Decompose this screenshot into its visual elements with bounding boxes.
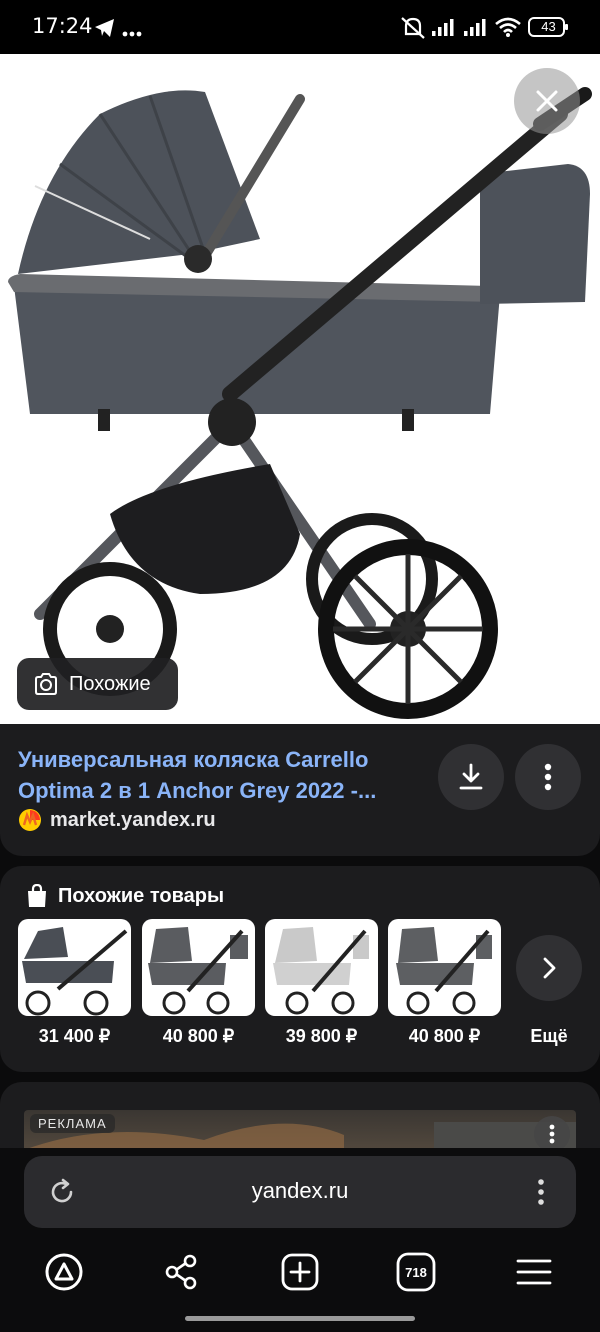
tabs-button[interactable]: 718: [394, 1250, 438, 1294]
result-source-domain: market.yandex.ru: [50, 808, 216, 831]
new-tab-button[interactable]: [278, 1250, 322, 1294]
address-bar[interactable]: yandex.ru: [24, 1156, 576, 1228]
similar-more-button[interactable]: [516, 935, 582, 1001]
camera-search-icon: [35, 673, 57, 695]
more-dots-icon: [122, 24, 142, 42]
address-url[interactable]: yandex.ru: [24, 1178, 576, 1204]
similar-product-thumb[interactable]: [18, 919, 131, 1016]
chevron-right-icon: [543, 957, 556, 979]
result-menu-button[interactable]: [515, 744, 581, 810]
more-vertical-icon[interactable]: [538, 1178, 544, 1206]
similar-button-label: Похожие: [69, 672, 151, 695]
wifi-icon: [494, 16, 522, 43]
telegram-icon: [94, 18, 116, 43]
signal-icon: [432, 18, 458, 41]
result-title-line2: Optima 2 в 1 Anchor Grey 2022 -...: [18, 778, 377, 803]
download-button[interactable]: [438, 744, 504, 810]
image-viewer[interactable]: Похожие: [0, 54, 600, 724]
similar-product-thumb[interactable]: [265, 919, 378, 1016]
similar-products-title: Похожие товары: [58, 884, 225, 907]
ad-badge: РЕКЛАМА: [30, 1114, 115, 1133]
similar-more-label[interactable]: Ещё: [516, 1026, 582, 1047]
shopping-bag-icon: [28, 884, 46, 907]
result-info-card: Универсальная коляска Carrello Optima 2 …: [0, 724, 600, 856]
similar-product-price: 39 800 ₽: [285, 1026, 358, 1046]
home-indicator[interactable]: [185, 1316, 415, 1321]
share-button[interactable]: [159, 1250, 203, 1294]
similar-product-price: 31 400 ₽: [38, 1026, 111, 1046]
close-icon: [536, 90, 558, 112]
close-button[interactable]: [514, 68, 580, 134]
similar-product-thumb[interactable]: [142, 919, 255, 1016]
status-time: 17:24: [32, 14, 93, 38]
result-source[interactable]: market.yandex.ru: [18, 808, 216, 832]
result-title[interactable]: Универсальная коляска Carrello Optima 2 …: [18, 744, 428, 806]
battery-level: 43: [541, 19, 556, 34]
similar-product-price: 40 800 ₽: [162, 1026, 235, 1046]
signal-icon: [464, 18, 490, 41]
similar-search-button[interactable]: Похожие: [17, 658, 178, 710]
plus-icon: [281, 1253, 319, 1291]
alice-button[interactable]: [42, 1250, 86, 1294]
tabs-count: 718: [405, 1264, 427, 1280]
stroller-image: [8, 87, 592, 719]
share-icon: [165, 1254, 197, 1290]
yandex-market-icon: [19, 809, 41, 831]
similar-product-price: 40 800 ₽: [408, 1026, 481, 1046]
similar-products-card: Похожие товары 31 400 ₽ 40 800 ₽ 39 800 …: [0, 866, 600, 1072]
silent-icon: [400, 16, 426, 45]
alice-icon: [45, 1253, 83, 1291]
status-bar: 17:24 43: [0, 0, 600, 54]
download-icon: [459, 763, 483, 790]
similar-product-thumb[interactable]: [388, 919, 501, 1016]
result-title-line1: Универсальная коляска Carrello: [18, 747, 369, 772]
main-menu-button[interactable]: [512, 1250, 556, 1294]
hamburger-menu-icon: [516, 1259, 552, 1285]
similar-products-header: Похожие товары: [26, 884, 224, 908]
more-vertical-icon: [544, 763, 552, 791]
ad-menu-button[interactable]: [534, 1116, 570, 1152]
more-vertical-icon: [549, 1124, 555, 1144]
